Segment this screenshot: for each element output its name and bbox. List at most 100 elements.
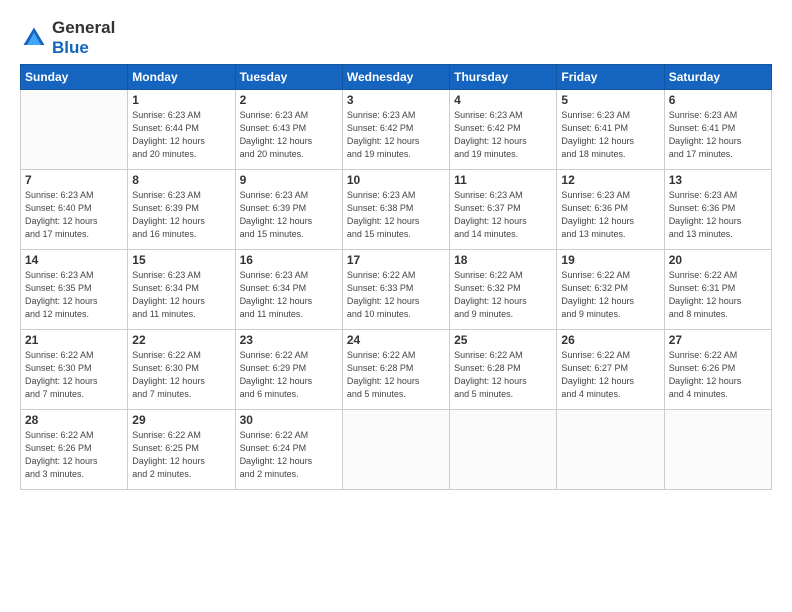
day-number: 12 — [561, 173, 659, 187]
calendar-cell: 2Sunrise: 6:23 AM Sunset: 6:43 PM Daylig… — [235, 90, 342, 170]
calendar-cell: 22 Sunrise: 6:22 AM Sunset: 6:30 PM Dayli… — [128, 330, 235, 410]
day-info: Sunrise: 6:22 AM Sunset: 6:31 PM Dayligh… — [669, 269, 767, 321]
day-info: Sunrise: 6:22 AM Sunset: 6:24 PM Dayligh… — [240, 429, 338, 481]
day-number: 6 — [669, 93, 767, 107]
day-number: 19 — [561, 253, 659, 267]
calendar-cell: 15Sunrise: 6:23 AM Sunset: 6:34 PM Dayli… — [128, 250, 235, 330]
calendar-cell: 29Sunrise: 6:22 AM Sunset: 6:25 PM Dayli… — [128, 410, 235, 490]
calendar-cell: 20 Sunrise: 6:22 AM Sunset: 6:31 PM Dayli… — [664, 250, 771, 330]
calendar-cell: 7 Sunrise: 6:23 AM Sunset: 6:40 PM Daylig… — [21, 170, 128, 250]
day-number: 3 — [347, 93, 445, 107]
calendar-cell: 3 Sunrise: 6:23 AM Sunset: 6:42 PM Daylig… — [342, 90, 449, 170]
day-info: Sunrise: 6:23 AM Sunset: 6:37 PM Dayligh… — [454, 189, 552, 241]
day-info: Sunrise: 6:23 AM Sunset: 6:42 PM Dayligh… — [454, 109, 552, 161]
weekday-header-tuesday: Tuesday — [235, 65, 342, 90]
calendar-cell: 4 Sunrise: 6:23 AM Sunset: 6:42 PM Daylig… — [450, 90, 557, 170]
day-number: 14 — [25, 253, 123, 267]
day-info: Sunrise: 6:22 AM Sunset: 6:25 PM Dayligh… — [132, 429, 230, 481]
day-number: 25 — [454, 333, 552, 347]
day-info: Sunrise: 6:23 AM Sunset: 6:42 PM Dayligh… — [347, 109, 445, 161]
calendar-cell: 26 Sunrise: 6:22 AM Sunset: 6:27 PM Dayli… — [557, 330, 664, 410]
day-info: Sunrise: 6:23 AM Sunset: 6:34 PM Dayligh… — [240, 269, 338, 321]
weekday-row: SundayMondayTuesdayWednesdayThursdayFrid… — [21, 65, 772, 90]
calendar-cell: 17 Sunrise: 6:22 AM Sunset: 6:33 PM Dayli… — [342, 250, 449, 330]
header: General Blue — [20, 18, 772, 58]
calendar-cell: 28 Sunrise: 6:22 AM Sunset: 6:26 PM Dayli… — [21, 410, 128, 490]
day-info: Sunrise: 6:23 AM Sunset: 6:41 PM Dayligh… — [561, 109, 659, 161]
day-info: Sunrise: 6:23 AM Sunset: 6:39 PM Dayligh… — [132, 189, 230, 241]
day-info: Sunrise: 6:23 AM Sunset: 6:41 PM Dayligh… — [669, 109, 767, 161]
calendar-cell — [342, 410, 449, 490]
day-number: 30 — [240, 413, 338, 427]
day-number: 1 — [132, 93, 230, 107]
day-number: 21 — [25, 333, 123, 347]
calendar-cell — [664, 410, 771, 490]
calendar-cell: 12 Sunrise: 6:23 AM Sunset: 6:36 PM Dayli… — [557, 170, 664, 250]
day-number: 22 — [132, 333, 230, 347]
day-number: 8 — [132, 173, 230, 187]
calendar: SundayMondayTuesdayWednesdayThursdayFrid… — [20, 64, 772, 490]
calendar-cell: 24Sunrise: 6:22 AM Sunset: 6:28 PM Dayli… — [342, 330, 449, 410]
weekday-header-saturday: Saturday — [664, 65, 771, 90]
week-row-1: 1 Sunrise: 6:23 AM Sunset: 6:44 PM Daylig… — [21, 90, 772, 170]
day-info: Sunrise: 6:22 AM Sunset: 6:27 PM Dayligh… — [561, 349, 659, 401]
day-info: Sunrise: 6:23 AM Sunset: 6:44 PM Dayligh… — [132, 109, 230, 161]
weekday-header-monday: Monday — [128, 65, 235, 90]
calendar-cell: 1 Sunrise: 6:23 AM Sunset: 6:44 PM Daylig… — [128, 90, 235, 170]
calendar-cell: 14Sunrise: 6:23 AM Sunset: 6:35 PM Dayli… — [21, 250, 128, 330]
weekday-header-wednesday: Wednesday — [342, 65, 449, 90]
week-row-2: 7 Sunrise: 6:23 AM Sunset: 6:40 PM Daylig… — [21, 170, 772, 250]
weekday-header-friday: Friday — [557, 65, 664, 90]
day-number: 24 — [347, 333, 445, 347]
day-number: 4 — [454, 93, 552, 107]
calendar-cell: 23Sunrise: 6:22 AM Sunset: 6:29 PM Dayli… — [235, 330, 342, 410]
day-info: Sunrise: 6:23 AM Sunset: 6:36 PM Dayligh… — [669, 189, 767, 241]
calendar-cell: 25 Sunrise: 6:22 AM Sunset: 6:28 PM Dayli… — [450, 330, 557, 410]
day-info: Sunrise: 6:22 AM Sunset: 6:30 PM Dayligh… — [132, 349, 230, 401]
week-row-4: 21 Sunrise: 6:22 AM Sunset: 6:30 PM Dayli… — [21, 330, 772, 410]
calendar-cell: 9Sunrise: 6:23 AM Sunset: 6:39 PM Daylig… — [235, 170, 342, 250]
day-number: 17 — [347, 253, 445, 267]
calendar-cell: 19 Sunrise: 6:22 AM Sunset: 6:32 PM Dayli… — [557, 250, 664, 330]
day-number: 2 — [240, 93, 338, 107]
week-row-5: 28 Sunrise: 6:22 AM Sunset: 6:26 PM Dayli… — [21, 410, 772, 490]
weekday-header-sunday: Sunday — [21, 65, 128, 90]
day-info: Sunrise: 6:22 AM Sunset: 6:33 PM Dayligh… — [347, 269, 445, 321]
logo: General Blue — [20, 18, 115, 58]
day-number: 18 — [454, 253, 552, 267]
day-number: 26 — [561, 333, 659, 347]
calendar-cell: 30 Sunrise: 6:22 AM Sunset: 6:24 PM Dayli… — [235, 410, 342, 490]
calendar-cell: 8 Sunrise: 6:23 AM Sunset: 6:39 PM Daylig… — [128, 170, 235, 250]
page: General Blue SundayMondayTuesdayWednesda… — [0, 0, 792, 612]
day-number: 20 — [669, 253, 767, 267]
day-info: Sunrise: 6:23 AM Sunset: 6:34 PM Dayligh… — [132, 269, 230, 321]
day-info: Sunrise: 6:23 AM Sunset: 6:36 PM Dayligh… — [561, 189, 659, 241]
calendar-cell: 5 Sunrise: 6:23 AM Sunset: 6:41 PM Daylig… — [557, 90, 664, 170]
day-info: Sunrise: 6:22 AM Sunset: 6:26 PM Dayligh… — [669, 349, 767, 401]
day-info: Sunrise: 6:22 AM Sunset: 6:28 PM Dayligh… — [454, 349, 552, 401]
calendar-cell: 10Sunrise: 6:23 AM Sunset: 6:38 PM Dayli… — [342, 170, 449, 250]
week-row-3: 14Sunrise: 6:23 AM Sunset: 6:35 PM Dayli… — [21, 250, 772, 330]
day-number: 5 — [561, 93, 659, 107]
calendar-cell: 6 Sunrise: 6:23 AM Sunset: 6:41 PM Daylig… — [664, 90, 771, 170]
day-number: 23 — [240, 333, 338, 347]
calendar-cell — [557, 410, 664, 490]
day-number: 7 — [25, 173, 123, 187]
calendar-cell — [450, 410, 557, 490]
day-number: 11 — [454, 173, 552, 187]
day-info: Sunrise: 6:23 AM Sunset: 6:40 PM Dayligh… — [25, 189, 123, 241]
logo-text: General Blue — [52, 18, 115, 58]
calendar-cell — [21, 90, 128, 170]
day-number: 28 — [25, 413, 123, 427]
calendar-cell: 16Sunrise: 6:23 AM Sunset: 6:34 PM Dayli… — [235, 250, 342, 330]
calendar-cell: 27 Sunrise: 6:22 AM Sunset: 6:26 PM Dayli… — [664, 330, 771, 410]
calendar-cell: 11 Sunrise: 6:23 AM Sunset: 6:37 PM Dayli… — [450, 170, 557, 250]
day-number: 27 — [669, 333, 767, 347]
day-info: Sunrise: 6:22 AM Sunset: 6:26 PM Dayligh… — [25, 429, 123, 481]
day-info: Sunrise: 6:22 AM Sunset: 6:30 PM Dayligh… — [25, 349, 123, 401]
day-number: 13 — [669, 173, 767, 187]
day-info: Sunrise: 6:22 AM Sunset: 6:32 PM Dayligh… — [561, 269, 659, 321]
day-info: Sunrise: 6:23 AM Sunset: 6:39 PM Dayligh… — [240, 189, 338, 241]
calendar-cell: 13 Sunrise: 6:23 AM Sunset: 6:36 PM Dayli… — [664, 170, 771, 250]
day-info: Sunrise: 6:23 AM Sunset: 6:38 PM Dayligh… — [347, 189, 445, 241]
